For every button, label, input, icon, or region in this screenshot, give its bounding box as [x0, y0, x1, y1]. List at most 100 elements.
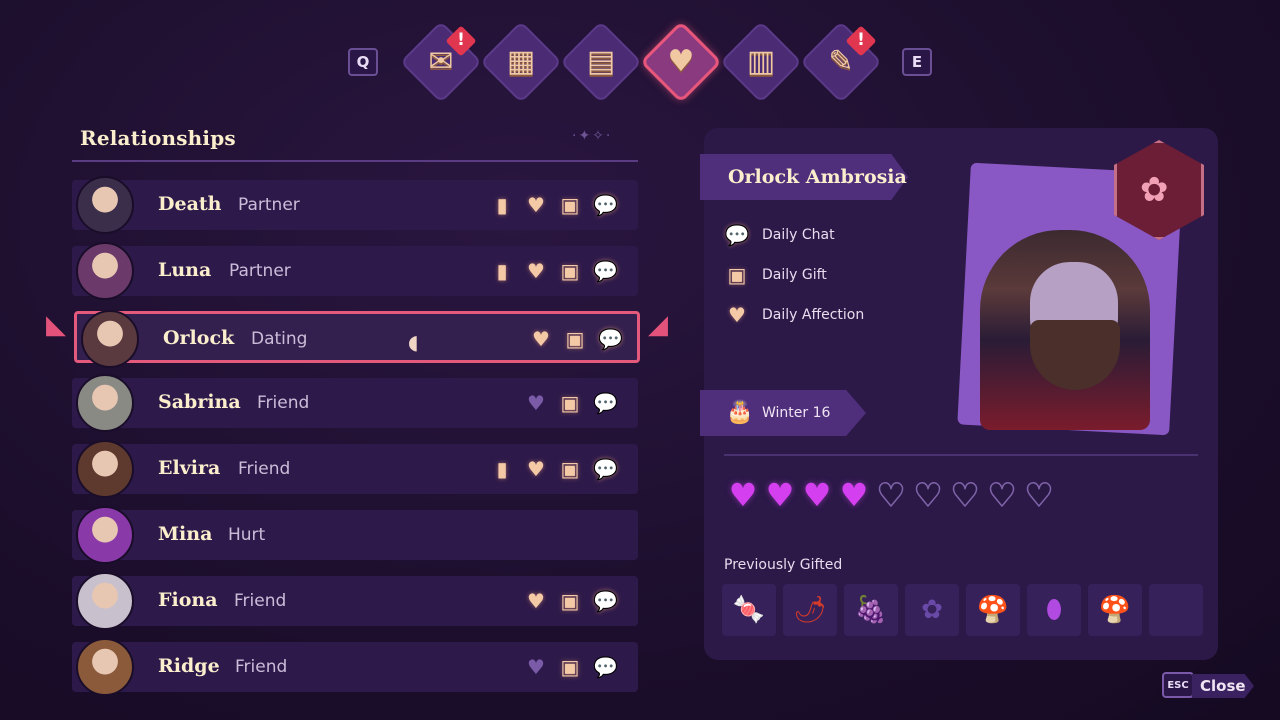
next-tab-key[interactable]: E — [902, 48, 932, 76]
relationship-status: Partner — [229, 261, 291, 281]
birthday-date: Winter 16 — [762, 405, 831, 421]
previously-gifted-title: Previously Gifted — [724, 557, 843, 573]
rose-icon: ✿ — [1140, 170, 1169, 210]
birthday-cake-icon: 🎂 — [726, 400, 754, 425]
empty-heart-icon: ♥ — [987, 476, 1017, 514]
relationship-row-sabrina[interactable]: Sabrina Friend ♥ ▣ 💬 — [72, 374, 638, 432]
heart-icon: ♥ — [527, 457, 545, 481]
mushroom-icon[interactable]: 🍄 — [966, 584, 1020, 636]
gift-icon: ▣ — [560, 457, 580, 481]
chat-icon: 💬 — [598, 327, 623, 351]
right-wing-icon: ◢ — [648, 310, 668, 340]
gift-slots: 🍬 🌶 🍇 ✿ 🍄 ⬮ 🍄 — [722, 584, 1203, 636]
chat-icon: 💬 — [593, 193, 618, 217]
heart-icon: ♥ — [728, 303, 746, 327]
sparkle-decoration: ·✦✧· — [572, 128, 613, 144]
relationship-status: Friend — [257, 393, 310, 413]
relationship-row-ridge[interactable]: Ridge Friend ♥ ▣ 💬 — [72, 638, 638, 696]
daily-label: Daily Gift — [762, 267, 827, 283]
heart-icon: ♥ — [527, 193, 545, 217]
relationship-row-mina[interactable]: Mina Hurt — [72, 506, 638, 564]
bookmark-icon: ▮ — [496, 259, 508, 283]
portrait-avatar — [76, 242, 134, 300]
portrait-avatar — [76, 374, 134, 432]
character-name: Elvira — [158, 457, 221, 479]
dark-flower-icon[interactable]: ✿ — [905, 584, 959, 636]
bookmark-icon: ▮ — [496, 193, 508, 217]
chat-icon: 💬 — [593, 655, 618, 679]
left-wing-icon: ◣ — [46, 310, 66, 340]
heart-icon: ♥ — [667, 43, 695, 79]
relationship-status: Friend — [235, 657, 288, 677]
chat-icon: 💬 — [593, 259, 618, 283]
gift-icon: ▣ — [560, 655, 580, 679]
panel-divider — [724, 454, 1198, 456]
title-divider — [72, 160, 638, 162]
empty-heart-icon: ♥ — [950, 476, 980, 514]
character-name: Sabrina — [158, 391, 241, 413]
esc-key[interactable]: ESC — [1162, 672, 1194, 698]
chili-pepper-icon[interactable]: 🌶 — [783, 584, 837, 636]
heart-icon: ♥ — [527, 655, 545, 679]
heart-icon: ♥ — [532, 327, 550, 351]
pointer-cursor-icon: ◖ — [408, 330, 419, 354]
mushroom-icon[interactable]: 🍄 — [1088, 584, 1142, 636]
calendar-icon: ▤ — [586, 43, 616, 79]
alert-icon: ! — [457, 30, 465, 50]
character-name: Orlock — [163, 327, 235, 349]
filled-heart-icon: ♥ — [839, 476, 869, 514]
filled-heart-icon: ♥ — [765, 476, 795, 514]
heart-icon: ♥ — [527, 391, 545, 415]
gift-icon: ▣ — [727, 263, 747, 287]
filled-heart-icon: ♥ — [728, 476, 758, 514]
relationship-status: Friend — [234, 591, 287, 611]
alert-icon: ! — [857, 30, 865, 50]
candy-icon[interactable]: 🍬 — [722, 584, 776, 636]
character-name: Fiona — [158, 589, 218, 611]
empty-slot[interactable] — [1149, 584, 1203, 636]
relationship-row-luna[interactable]: Luna Partner ▮ ♥ ▣ 💬 — [72, 242, 638, 300]
gift-icon: ▣ — [560, 259, 580, 283]
gift-icon: ▣ — [560, 589, 580, 613]
chat-icon: 💬 — [593, 589, 618, 613]
portrait-avatar — [76, 638, 134, 696]
chat-icon: 💬 — [593, 457, 618, 481]
portrait-avatar — [76, 572, 134, 630]
portrait-avatar — [81, 310, 139, 368]
portrait-avatar — [76, 506, 134, 564]
empty-heart-icon: ♥ — [1024, 476, 1054, 514]
gift-icon: ▣ — [565, 327, 585, 351]
relationship-status: Dating — [251, 329, 308, 349]
relationship-row-orlock[interactable]: Orlock Dating ♥ ▣ 💬 — [74, 310, 640, 368]
relationship-status: Hurt — [228, 525, 266, 545]
heart-icon: ♥ — [527, 589, 545, 613]
filled-heart-icon: ♥ — [802, 476, 832, 514]
chat-icon: 💬 — [724, 223, 750, 247]
prev-tab-key[interactable]: Q — [348, 48, 378, 76]
relationship-row-fiona[interactable]: Fiona Friend ♥ ▣ 💬 — [72, 572, 638, 630]
character-name: Death — [158, 193, 222, 215]
character-name: Ridge — [158, 655, 220, 677]
heart-icon: ♥ — [527, 259, 545, 283]
relationships-title: Relationships — [80, 126, 236, 150]
daily-label: Daily Affection — [762, 307, 865, 323]
character-name: Mina — [158, 523, 213, 545]
relationship-row-death[interactable]: Death Partner ▮ ♥ ▣ 💬 — [72, 176, 638, 234]
portrait-avatar — [76, 440, 134, 498]
gift-icon: ▣ — [560, 391, 580, 415]
bookmark-icon: ▮ — [496, 457, 508, 481]
map-icon: ▦ — [506, 43, 536, 79]
character-name: Luna — [158, 259, 212, 281]
affection-hearts: ♥ ♥ ♥ ♥ ♥ ♥ ♥ ♥ ♥ — [726, 476, 1056, 514]
empty-heart-icon: ♥ — [913, 476, 943, 514]
portrait-avatar — [76, 176, 134, 234]
empty-heart-icon: ♥ — [876, 476, 906, 514]
relationship-status: Partner — [238, 195, 300, 215]
book-icon: ▥ — [746, 43, 776, 79]
relationship-row-elvira[interactable]: Elvira Friend ▮ ♥ ▣ 💬 — [72, 440, 638, 498]
grapes-icon[interactable]: 🍇 — [844, 584, 898, 636]
daily-label: Daily Chat — [762, 227, 835, 243]
close-button[interactable]: Close — [1192, 674, 1254, 698]
egg-icon[interactable]: ⬮ — [1027, 584, 1081, 636]
relationship-status: Friend — [238, 459, 291, 479]
